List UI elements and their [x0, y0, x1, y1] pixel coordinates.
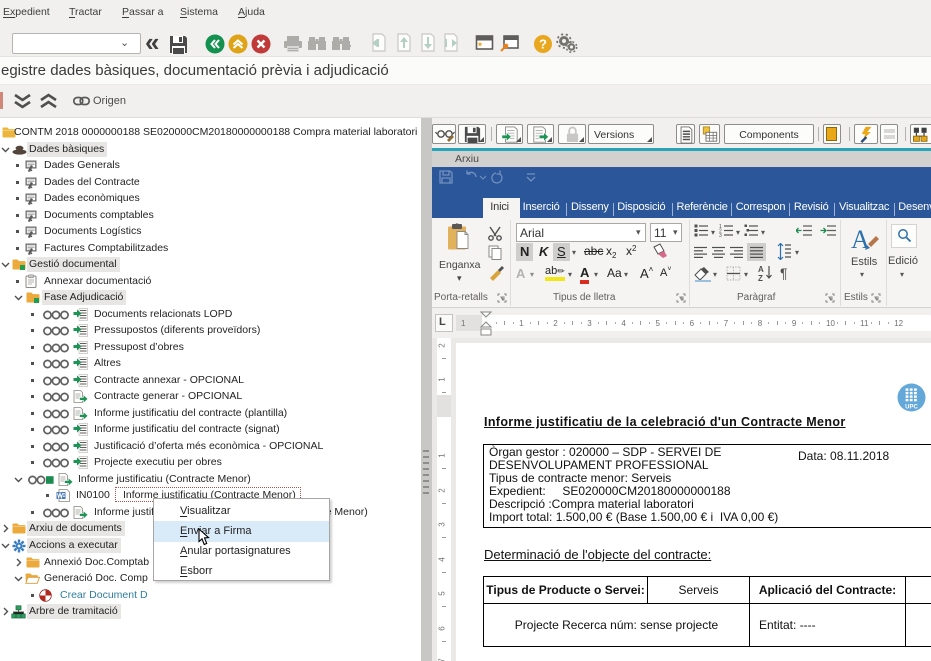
- svg-text:A: A: [758, 265, 764, 274]
- svg-text:Z: Z: [758, 274, 763, 282]
- svg-text:?: ?: [539, 37, 547, 52]
- svg-text:A: A: [851, 225, 870, 254]
- svg-text:UPC: UPC: [905, 405, 918, 411]
- svg-text:3: 3: [719, 233, 722, 237]
